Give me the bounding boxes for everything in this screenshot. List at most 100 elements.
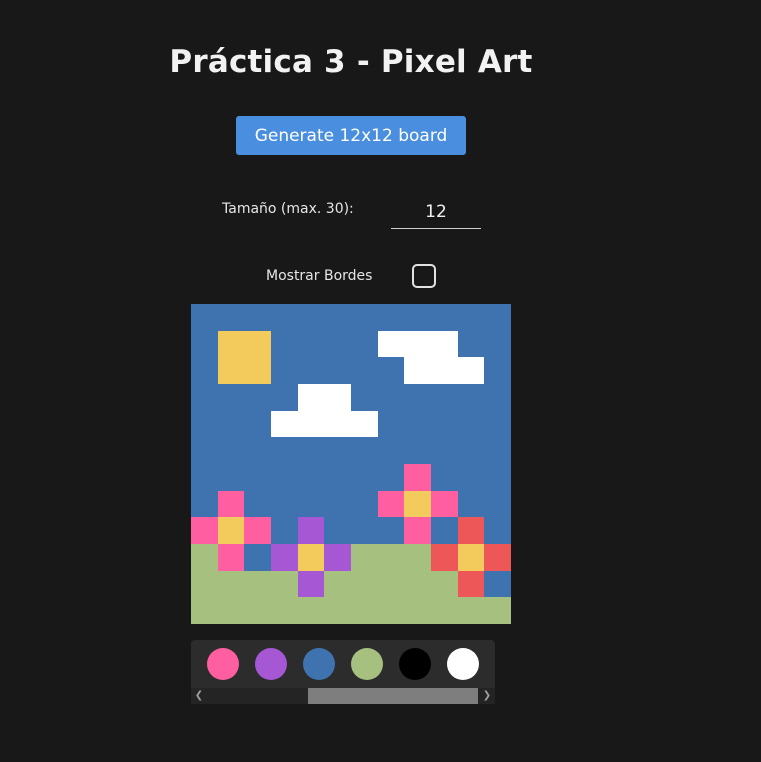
pixel-cell[interactable] [430,437,458,464]
pixel-cell[interactable] [270,304,298,331]
pixel-cell[interactable] [244,304,271,331]
pixel-cell[interactable] [457,517,485,544]
pixel-cell[interactable] [191,517,218,544]
pixel-cell[interactable] [191,410,218,438]
pixel-cell[interactable] [404,517,431,544]
pixel-cell[interactable] [297,357,325,384]
pixel-cell[interactable] [430,597,458,624]
pixel-cell[interactable] [350,543,378,571]
pixel-cell[interactable] [377,304,405,331]
pixel-cell[interactable] [297,304,325,331]
pixel-cell[interactable] [297,383,325,411]
pixel-cell[interactable] [377,330,405,358]
pixel-cell[interactable] [324,517,351,544]
chevron-left-icon[interactable]: ❮ [191,688,207,704]
pixel-cell[interactable] [297,437,325,464]
pixel-cell[interactable] [457,330,485,358]
pixel-cell[interactable] [217,463,245,491]
pixel-cell[interactable] [484,517,511,544]
pixel-cell[interactable] [430,517,458,544]
pixel-cell[interactable] [350,357,378,384]
pixel-cell[interactable] [350,383,378,411]
pixel-cell[interactable] [244,383,271,411]
pixel-cell[interactable] [484,597,511,624]
pixel-cell[interactable] [484,304,511,331]
pixel-cell[interactable] [270,570,298,598]
pixel-cell[interactable] [430,543,458,571]
pixel-cell[interactable] [244,570,271,598]
pixel-cell[interactable] [404,490,431,518]
pixel-cell[interactable] [217,597,245,624]
pixel-cell[interactable] [350,570,378,598]
pixel-cell[interactable] [270,597,298,624]
generate-board-button[interactable]: Generate 12x12 board [236,116,466,155]
pixel-cell[interactable] [350,597,378,624]
pixel-cell[interactable] [350,463,378,491]
pixel-cell[interactable] [297,463,325,491]
pixel-cell[interactable] [404,437,431,464]
pixel-cell[interactable] [270,383,298,411]
pixel-cell[interactable] [430,410,458,438]
pixel-cell[interactable] [377,543,405,571]
pixel-cell[interactable] [457,304,485,331]
pixel-cell[interactable] [244,330,271,358]
pixel-cell[interactable] [217,410,245,438]
pixel-cell[interactable] [297,330,325,358]
pixel-cell[interactable] [457,383,485,411]
pixel-cell[interactable] [270,437,298,464]
pixel-cell[interactable] [244,437,271,464]
pixel-cell[interactable] [484,490,511,518]
pixel-cell[interactable] [191,543,218,571]
size-input[interactable] [391,196,481,229]
pixel-cell[interactable] [350,410,378,438]
chevron-right-icon[interactable]: ❯ [479,688,495,704]
pixel-cell[interactable] [191,330,218,358]
pixel-cell[interactable] [484,437,511,464]
pixel-cell[interactable] [430,383,458,411]
pixel-cell[interactable] [244,463,271,491]
pixel-cell[interactable] [404,330,431,358]
pixel-cell[interactable] [404,383,431,411]
pixel-cell[interactable] [484,383,511,411]
pixel-cell[interactable] [324,463,351,491]
palette-scrollbar[interactable]: ❮ ❯ [191,688,495,704]
pixel-cell[interactable] [457,570,485,598]
pixel-cell[interactable] [191,383,218,411]
pixel-cell[interactable] [404,597,431,624]
pixel-cell[interactable] [484,410,511,438]
pixel-cell[interactable] [297,410,325,438]
pixel-cell[interactable] [297,517,325,544]
pixel-cell[interactable] [457,357,485,384]
pixel-cell[interactable] [404,357,431,384]
pixel-cell[interactable] [377,597,405,624]
pixel-cell[interactable] [484,463,511,491]
pixel-cell[interactable] [270,357,298,384]
show-borders-checkbox[interactable] [412,264,436,288]
pixel-cell[interactable] [430,463,458,491]
pixel-cell[interactable] [350,330,378,358]
pixel-cell[interactable] [217,437,245,464]
pixel-cell[interactable] [404,463,431,491]
pixel-cell[interactable] [484,330,511,358]
pixel-cell[interactable] [430,304,458,331]
pixel-cell[interactable] [217,357,245,384]
pixel-cell[interactable] [377,383,405,411]
pixel-cell[interactable] [377,357,405,384]
pixel-cell[interactable] [457,410,485,438]
pixel-cell[interactable] [430,357,458,384]
pixel-cell[interactable] [377,410,405,438]
pixel-cell[interactable] [324,490,351,518]
color-swatch-purple[interactable] [255,648,287,680]
pixel-cell[interactable] [191,570,218,598]
pixel-cell[interactable] [244,597,271,624]
pixel-cell[interactable] [324,304,351,331]
pixel-cell[interactable] [191,304,218,331]
pixel-cell[interactable] [484,543,511,571]
pixel-cell[interactable] [217,304,245,331]
pixel-cell[interactable] [457,543,485,571]
pixel-cell[interactable] [297,490,325,518]
pixel-cell[interactable] [191,357,218,384]
pixel-cell[interactable] [457,463,485,491]
pixel-cell[interactable] [350,490,378,518]
pixel-cell[interactable] [404,410,431,438]
